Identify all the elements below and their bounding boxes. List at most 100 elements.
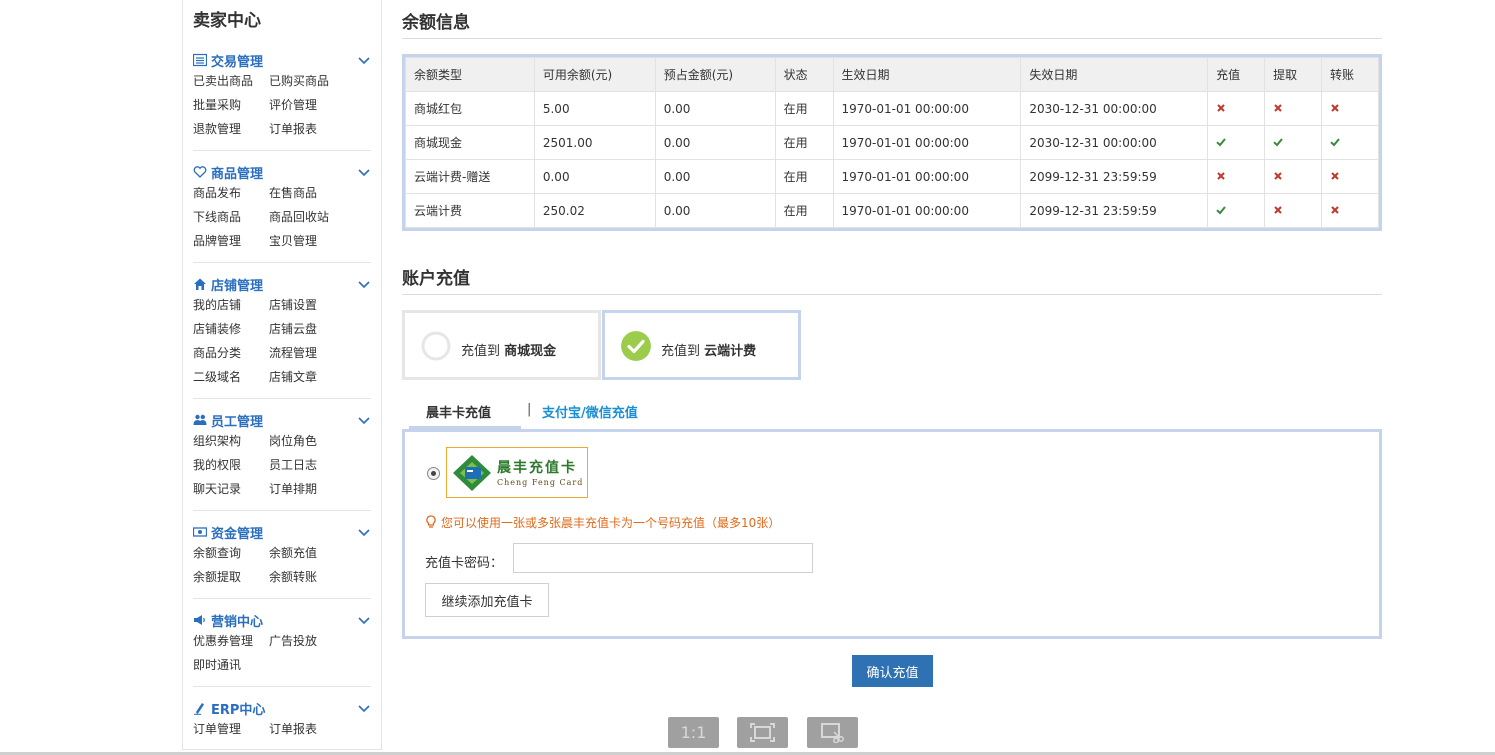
column-header: 预占金额(元) — [654, 57, 776, 92]
sidebar-group-header[interactable]: 商品管理 — [193, 162, 371, 182]
sidebar-link[interactable]: 余额转账 — [269, 568, 317, 585]
sidebar-link[interactable]: 店铺装修 — [193, 320, 241, 337]
recharge-option-label: 充值到 商城现金 — [461, 344, 557, 359]
cross-icon — [1217, 103, 1225, 112]
chevron-down-icon[interactable] — [357, 613, 371, 627]
sidebar-link[interactable]: 余额充值 — [269, 544, 317, 561]
chevron-down-icon[interactable] — [357, 165, 371, 179]
actual-size-button[interactable]: 1:1 — [668, 717, 719, 748]
sidebar-link[interactable]: 订单排期 — [269, 480, 317, 497]
megaphone-icon — [194, 615, 205, 625]
sidebar-link[interactable]: 岗位角色 — [269, 432, 317, 449]
cell-reserved: 0.00 — [654, 125, 776, 160]
sidebar-group-header[interactable]: 店铺管理 — [193, 274, 371, 294]
chevron-down-icon[interactable] — [357, 413, 371, 427]
sidebar-link[interactable]: 订单报表 — [269, 120, 317, 137]
sidebar-link[interactable]: 流程管理 — [269, 344, 317, 361]
section-title-recharge: 账户充值 — [402, 269, 470, 289]
tab-alipay-wechat[interactable]: 支付宝/微信充值 — [542, 402, 638, 421]
crop-button[interactable] — [807, 717, 858, 748]
sidebar-group-header[interactable]: ERP中心 — [193, 698, 371, 718]
column-header: 可用余额(元) — [533, 57, 656, 92]
cell-withdraw — [1264, 125, 1322, 160]
sidebar-group-title: 交易管理 — [211, 55, 264, 70]
card-type-radio[interactable] — [427, 467, 440, 480]
sidebar-group-title: 店铺管理 — [211, 279, 264, 294]
sidebar-link[interactable]: 余额查询 — [193, 544, 241, 561]
cell-reserved: 0.00 — [654, 193, 776, 228]
column-header: 余额类型 — [405, 57, 535, 92]
actual-size-icon: 1:1 — [680, 723, 707, 742]
cross-icon — [1274, 171, 1282, 180]
cell-transfer — [1321, 91, 1379, 126]
sidebar-link[interactable]: 商品分类 — [193, 344, 241, 361]
sidebar-link[interactable]: 聊天记录 — [193, 480, 241, 497]
sidebar-link[interactable]: 员工日志 — [269, 456, 317, 473]
sidebar-group-title: 资金管理 — [211, 527, 264, 542]
sidebar-link[interactable]: 我的店铺 — [193, 296, 241, 313]
sidebar-link[interactable]: 店铺设置 — [269, 296, 317, 313]
cell-recharge — [1207, 125, 1266, 160]
sidebar-link[interactable]: 已卖出商品 — [193, 72, 253, 89]
recharge-option-cloud-billing[interactable]: 充值到 云端计费 — [602, 310, 801, 380]
check-icon — [1216, 205, 1226, 214]
sidebar-group-header[interactable]: 营销中心 — [193, 610, 371, 630]
divider — [402, 38, 1382, 39]
chevron-down-icon[interactable] — [357, 525, 371, 539]
column-header: 状态 — [774, 57, 834, 92]
add-card-button[interactable]: 继续添加充值卡 — [425, 583, 549, 617]
chevron-down-icon[interactable] — [357, 277, 371, 291]
fit-screen-icon — [750, 723, 775, 742]
sidebar-link[interactable]: 下线商品 — [193, 208, 241, 225]
sidebar-group-header[interactable]: 员工管理 — [193, 410, 371, 430]
sidebar-link[interactable]: 商品发布 — [193, 184, 241, 201]
sidebar-link[interactable]: 组织架构 — [193, 432, 241, 449]
column-header: 转账 — [1321, 57, 1379, 92]
tab-card-recharge[interactable]: 晨丰卡充值 — [426, 402, 491, 421]
cell-reserved: 0.00 — [654, 91, 776, 126]
sidebar-link[interactable]: 订单管理 — [193, 720, 241, 737]
sidebar-group-erp: ERP中心 订单管理 订单报表 — [193, 698, 371, 736]
cell-status: 在用 — [774, 159, 834, 194]
recharge-option-mall-cash[interactable]: 充值到 商城现金 — [402, 310, 601, 380]
sidebar-group-header[interactable]: 交易管理 — [193, 50, 371, 70]
sidebar-link[interactable]: 余额提取 — [193, 568, 241, 585]
sidebar-link[interactable]: 评价管理 — [269, 96, 317, 113]
table-row: 云端计费-赠送 0.00 0.00 在用 1970-01-01 00:00:00 2099… — [405, 159, 1379, 194]
sidebar-link[interactable]: 已购买商品 — [269, 72, 329, 89]
cell-start: 1970-01-01 00:00:00 — [832, 125, 1022, 160]
confirm-recharge-button[interactable]: 确认充值 — [852, 655, 933, 687]
fit-screen-button[interactable] — [737, 717, 788, 748]
sidebar-link[interactable]: 退款管理 — [193, 120, 241, 137]
card-password-input[interactable] — [513, 543, 813, 573]
sidebar-link[interactable]: 订单报表 — [269, 720, 317, 737]
sidebar-link[interactable]: 店铺云盘 — [269, 320, 317, 337]
sidebar-link[interactable]: 商品回收站 — [269, 208, 329, 225]
sidebar-link[interactable]: 批量采购 — [193, 96, 241, 113]
cell-available: 2501.00 — [533, 125, 656, 160]
check-icon — [1330, 137, 1340, 146]
column-header: 充值 — [1207, 57, 1266, 92]
card-logo-english: Cheng Feng Card — [497, 478, 584, 487]
column-header: 生效日期 — [832, 57, 1022, 92]
sidebar-link[interactable]: 优惠券管理 — [193, 632, 253, 649]
sidebar-link[interactable]: 店铺文章 — [269, 368, 317, 385]
sidebar-link[interactable]: 即时通讯 — [193, 656, 241, 673]
divider — [402, 294, 1382, 295]
sidebar-link[interactable]: 在售商品 — [269, 184, 317, 201]
cell-available: 5.00 — [533, 91, 656, 126]
cross-icon — [1274, 205, 1282, 214]
chevron-down-icon[interactable] — [357, 53, 371, 67]
cell-available: 0.00 — [533, 159, 656, 194]
cell-withdraw — [1264, 159, 1322, 194]
users-icon — [193, 414, 207, 425]
money-icon — [193, 527, 207, 537]
sidebar-group-header[interactable]: 资金管理 — [193, 522, 371, 542]
chevron-down-icon[interactable] — [357, 701, 371, 715]
sidebar-link[interactable]: 广告投放 — [269, 632, 317, 649]
sidebar-link[interactable]: 二级域名 — [193, 368, 241, 385]
sidebar-link[interactable]: 我的权限 — [193, 456, 241, 473]
sidebar-link[interactable]: 品牌管理 — [193, 232, 241, 249]
cell-start: 1970-01-01 00:00:00 — [832, 91, 1022, 126]
sidebar-link[interactable]: 宝贝管理 — [269, 232, 317, 249]
